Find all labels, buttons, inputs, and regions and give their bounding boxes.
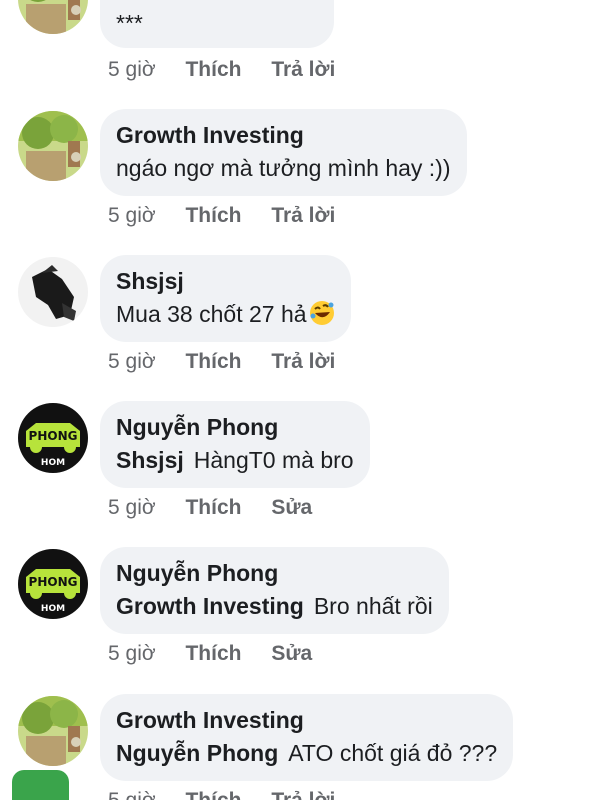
chat-fab-button[interactable]: ••• bbox=[12, 770, 69, 800]
comment-bubble: Nguyễn Phong Shsjsj HàngT0 mà bro bbox=[100, 401, 370, 488]
comment-actions: 5 giờ Thích Sửa bbox=[108, 495, 336, 521]
comment-actions: 5 giờ Thích Trả lời bbox=[108, 788, 359, 800]
comment-text: ngáo ngơ mà tưởng mình hay :)) bbox=[116, 155, 451, 181]
comment-bubble: *** bbox=[100, 0, 334, 48]
logo-subtext: HOM bbox=[41, 458, 65, 468]
logo-subtext: HOM bbox=[41, 604, 65, 614]
like-button[interactable]: Thích bbox=[185, 204, 241, 227]
comment-text: Mua 38 chốt 27 hả bbox=[116, 297, 335, 331]
comment-text-content: Bro nhất rồi bbox=[313, 593, 433, 619]
comment-bubble: Shsjsj Mua 38 chốt 27 hả bbox=[100, 255, 351, 342]
comment-time: 5 giờ bbox=[108, 642, 156, 665]
garden-photo-avatar bbox=[18, 0, 88, 34]
comment-author[interactable]: Nguyễn Phong bbox=[116, 557, 433, 589]
logo-text: PHONG bbox=[29, 429, 78, 443]
avatar-growth-investing[interactable] bbox=[18, 696, 88, 766]
comment-thread: *** 5 giờ Thích Trả lời Growth Investing… bbox=[0, 0, 600, 800]
mention-link[interactable]: Growth Investing bbox=[116, 593, 304, 619]
comment-text-content: HàngT0 mà bro bbox=[193, 447, 354, 473]
comment-author[interactable]: Shsjsj bbox=[116, 265, 335, 297]
comment-actions: 5 giờ Thích Sửa bbox=[108, 641, 336, 667]
comment-text: Growth Investing Bro nhất rồi bbox=[116, 589, 433, 623]
avatar-nguyen-phong[interactable]: PHONG HOM bbox=[18, 403, 88, 473]
reply-button[interactable]: Trả lời bbox=[271, 204, 335, 227]
chat-bubble-icon: ••• bbox=[12, 794, 69, 800]
like-button[interactable]: Thích bbox=[185, 350, 241, 373]
garden-photo-avatar bbox=[18, 696, 88, 766]
avatar-growth-investing[interactable] bbox=[18, 111, 88, 181]
comment-time: 5 giờ bbox=[108, 350, 156, 373]
like-button[interactable]: Thích bbox=[185, 58, 241, 81]
like-button[interactable]: Thích bbox=[185, 789, 241, 800]
mention-link[interactable]: Shsjsj bbox=[116, 447, 184, 473]
comment-bubble: Nguyễn Phong Growth Investing Bro nhất rồ… bbox=[100, 547, 449, 634]
comment-time: 5 giờ bbox=[108, 496, 156, 519]
comment-text: *** bbox=[116, 10, 143, 36]
comment-text-content: Mua 38 chốt 27 hả bbox=[116, 301, 307, 327]
garden-photo-avatar bbox=[18, 111, 88, 181]
comment-actions: 5 giờ Thích Trả lời bbox=[108, 203, 359, 229]
avatar-growth-investing[interactable] bbox=[18, 0, 88, 34]
rolling-on-floor-laughing-emoji bbox=[309, 301, 334, 325]
comment-bubble: Growth Investing ngáo ngơ mà tưởng mình … bbox=[100, 109, 467, 196]
edit-button[interactable]: Sửa bbox=[271, 642, 312, 665]
comment-text: Shsjsj HàngT0 mà bro bbox=[116, 443, 354, 477]
avatar-shsjsj[interactable] bbox=[18, 257, 88, 327]
mention-link[interactable]: Nguyễn Phong bbox=[116, 740, 278, 766]
comment-actions: 5 giờ Thích Trả lời bbox=[108, 57, 359, 83]
black-figure-avatar bbox=[18, 257, 88, 327]
reply-button[interactable]: Trả lời bbox=[271, 58, 335, 81]
comment-time: 5 giờ bbox=[108, 789, 156, 800]
comment-actions: 5 giờ Thích Trả lời bbox=[108, 349, 359, 375]
reply-button[interactable]: Trả lời bbox=[271, 789, 335, 800]
comment-text-content: ATO chốt giá đỏ ??? bbox=[288, 740, 498, 766]
comment-time: 5 giờ bbox=[108, 58, 156, 81]
logo-text: PHONG bbox=[29, 575, 78, 589]
comment-author[interactable]: Growth Investing bbox=[116, 119, 451, 151]
comment-author[interactable]: Growth Investing bbox=[116, 704, 497, 736]
like-button[interactable]: Thích bbox=[185, 496, 241, 519]
comment-time: 5 giờ bbox=[108, 204, 156, 227]
comment-author[interactable]: Nguyễn Phong bbox=[116, 411, 354, 443]
edit-button[interactable]: Sửa bbox=[271, 496, 312, 519]
like-button[interactable]: Thích bbox=[185, 642, 241, 665]
comment-bubble: Growth Investing Nguyễn Phong ATO chốt gi… bbox=[100, 694, 514, 781]
phong-logo-avatar: PHONG HOM bbox=[18, 403, 88, 473]
comment-text: Nguyễn Phong ATO chốt giá đỏ ??? bbox=[116, 736, 497, 770]
avatar-nguyen-phong[interactable]: PHONG HOM bbox=[18, 549, 88, 619]
reply-button[interactable]: Trả lời bbox=[271, 350, 335, 373]
phong-logo-avatar: PHONG HOM bbox=[18, 549, 88, 619]
